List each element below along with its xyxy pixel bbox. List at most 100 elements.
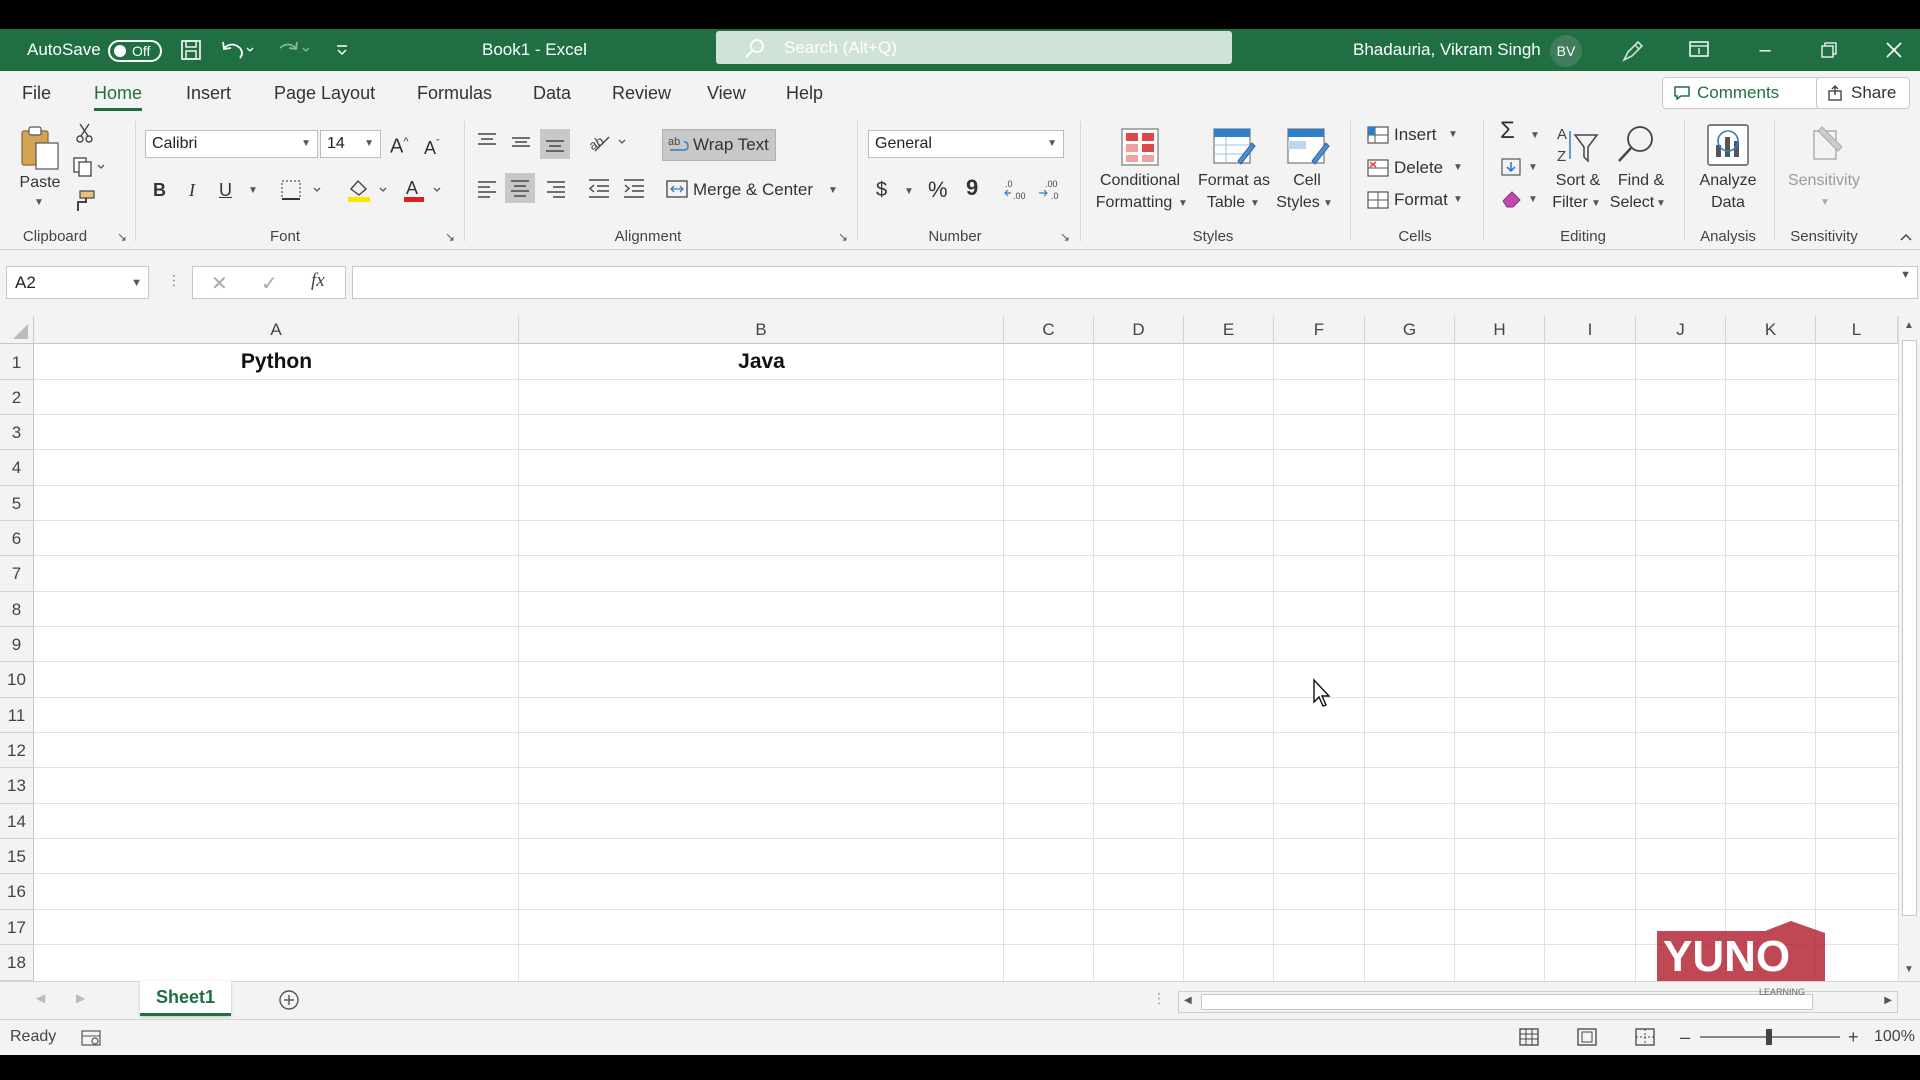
conditional-formatting-label-1[interactable]: Conditional <box>1100 171 1180 191</box>
chevron-down-icon[interactable]: ▼ <box>1453 162 1463 173</box>
row-header[interactable]: 11 <box>0 698 34 733</box>
tab-data[interactable]: Data <box>533 71 571 115</box>
row-header[interactable]: 3 <box>0 415 34 450</box>
font-color-icon[interactable]: A <box>402 177 446 203</box>
insert-function-button[interactable]: fx <box>311 270 325 292</box>
autosum-icon[interactable]: Σ <box>1500 119 1515 143</box>
copy-icon[interactable] <box>72 156 108 178</box>
normal-view-icon[interactable] <box>1518 1027 1540 1047</box>
vertical-scrollbar[interactable]: ▲ ▼ <box>1898 316 1920 981</box>
avatar[interactable]: BV <box>1550 35 1582 67</box>
column-header-l[interactable]: L <box>1816 316 1898 344</box>
comments-button[interactable]: Comments <box>1662 77 1820 109</box>
insert-cells-icon[interactable] <box>1366 123 1390 145</box>
align-middle-icon[interactable] <box>510 131 532 153</box>
cell-b1[interactable]: Java <box>519 350 1004 374</box>
align-left-icon[interactable] <box>476 177 498 199</box>
chevron-down-icon[interactable]: ▼ <box>1250 198 1260 209</box>
tab-page-layout[interactable]: Page Layout <box>274 71 375 115</box>
align-bottom-icon[interactable] <box>540 129 570 159</box>
column-header-g[interactable]: G <box>1365 316 1455 344</box>
tab-file[interactable]: File <box>22 71 51 115</box>
tab-view[interactable]: View <box>707 71 746 115</box>
decrease-indent-icon[interactable] <box>587 177 611 199</box>
alignment-launcher-icon[interactable]: ↘ <box>838 230 848 244</box>
row-header[interactable]: 8 <box>0 592 34 627</box>
expand-formula-icon[interactable]: ▼ <box>1900 269 1911 281</box>
row-header[interactable]: 4 <box>0 450 34 486</box>
scroll-down-icon[interactable]: ▼ <box>1904 964 1914 975</box>
number-format-select[interactable]: General ▼ <box>868 130 1064 158</box>
close-icon[interactable] <box>1884 40 1904 60</box>
align-top-icon[interactable] <box>476 131 498 153</box>
column-header-e[interactable]: E <box>1184 316 1274 344</box>
chevron-down-icon[interactable]: ▼ <box>1448 129 1458 140</box>
row-header[interactable]: 12 <box>0 733 34 768</box>
column-header-b[interactable]: B <box>519 316 1004 344</box>
paste-label[interactable]: Paste <box>20 173 61 193</box>
sheet-tab-sheet1[interactable]: Sheet1 <box>140 981 231 1016</box>
add-sheet-icon[interactable] <box>278 989 300 1011</box>
increase-indent-icon[interactable] <box>622 177 646 199</box>
find-select-label-1[interactable]: Find & <box>1618 171 1664 191</box>
page-layout-view-icon[interactable] <box>1576 1027 1598 1047</box>
chevron-down-icon[interactable]: ▼ <box>1656 198 1666 209</box>
share-button[interactable]: Share <box>1816 77 1910 109</box>
insert-cells-label[interactable]: Insert <box>1394 125 1437 145</box>
column-header-d[interactable]: D <box>1094 316 1184 344</box>
scroll-up-icon[interactable]: ▲ <box>1904 320 1914 331</box>
comma-button[interactable]: 9 <box>966 177 978 199</box>
cell-a1[interactable]: Python <box>34 350 519 374</box>
cancel-icon[interactable]: ✕ <box>211 271 228 296</box>
row-header[interactable]: 6 <box>0 521 34 556</box>
format-as-table-label-1[interactable]: Format as <box>1198 171 1270 191</box>
chevron-down-icon[interactable]: ▼ <box>1178 198 1188 209</box>
borders-icon[interactable] <box>280 179 324 201</box>
column-header-k[interactable]: K <box>1726 316 1816 344</box>
delete-cells-label[interactable]: Delete <box>1394 158 1443 178</box>
fill-color-icon[interactable] <box>346 177 390 203</box>
analyze-data-label-1[interactable]: Analyze <box>1700 171 1757 191</box>
row-header[interactable]: 5 <box>0 486 34 521</box>
conditional-formatting-icon[interactable] <box>1120 127 1160 167</box>
format-as-table-label-2[interactable]: Table <box>1207 193 1245 213</box>
scrollbar-thumb[interactable] <box>1902 340 1917 916</box>
zoom-out-icon[interactable]: – <box>1680 1020 1690 1054</box>
tab-formulas[interactable]: Formulas <box>417 71 492 115</box>
minimize-icon[interactable]: – <box>1740 29 1790 71</box>
underline-button[interactable]: U <box>219 180 232 200</box>
zoom-slider-thumb[interactable] <box>1766 1029 1772 1045</box>
tab-review[interactable]: Review <box>612 71 671 115</box>
page-break-view-icon[interactable] <box>1634 1027 1656 1047</box>
row-header[interactable]: 16 <box>0 874 34 910</box>
row-header[interactable]: 7 <box>0 556 34 592</box>
clear-icon[interactable] <box>1500 187 1524 211</box>
currency-button[interactable]: $ <box>876 180 887 200</box>
paste-icon[interactable] <box>18 123 62 173</box>
font-size-select[interactable]: 14 ▼ <box>320 130 381 158</box>
sort-filter-icon[interactable]: AZ <box>1555 123 1599 167</box>
scroll-left-icon[interactable]: ◀ <box>1184 995 1192 1006</box>
format-painter-icon[interactable] <box>72 189 96 213</box>
chevron-down-icon[interactable]: ▼ <box>1453 194 1463 205</box>
chevron-down-icon[interactable]: ▼ <box>1528 194 1538 205</box>
increase-font-icon[interactable]: A^ <box>390 132 409 157</box>
merge-dropdown-icon[interactable]: ▼ <box>828 185 838 196</box>
fill-icon[interactable] <box>1500 157 1524 179</box>
font-family-select[interactable]: Calibri ▼ <box>145 130 318 158</box>
cell-styles-label-2[interactable]: Styles <box>1276 193 1320 213</box>
analyze-data-label-2[interactable]: Data <box>1711 193 1745 213</box>
align-right-icon[interactable] <box>545 177 567 199</box>
column-header-h[interactable]: H <box>1455 316 1545 344</box>
bold-button[interactable]: B <box>153 180 166 200</box>
cut-icon[interactable] <box>74 122 96 144</box>
autosave-toggle[interactable]: Off <box>108 40 162 62</box>
formula-input[interactable]: ▼ <box>352 266 1918 299</box>
row-header[interactable]: 1 <box>0 344 34 380</box>
sheet-next-icon[interactable]: ▶ <box>76 991 85 1005</box>
wrap-text-button[interactable]: ab Wrap Text <box>662 129 776 161</box>
customize-toolbar-icon[interactable] <box>334 41 350 59</box>
underline-dropdown-icon[interactable]: ▼ <box>248 185 258 196</box>
italic-button[interactable]: I <box>189 180 195 200</box>
delete-cells-icon[interactable] <box>1366 156 1390 178</box>
